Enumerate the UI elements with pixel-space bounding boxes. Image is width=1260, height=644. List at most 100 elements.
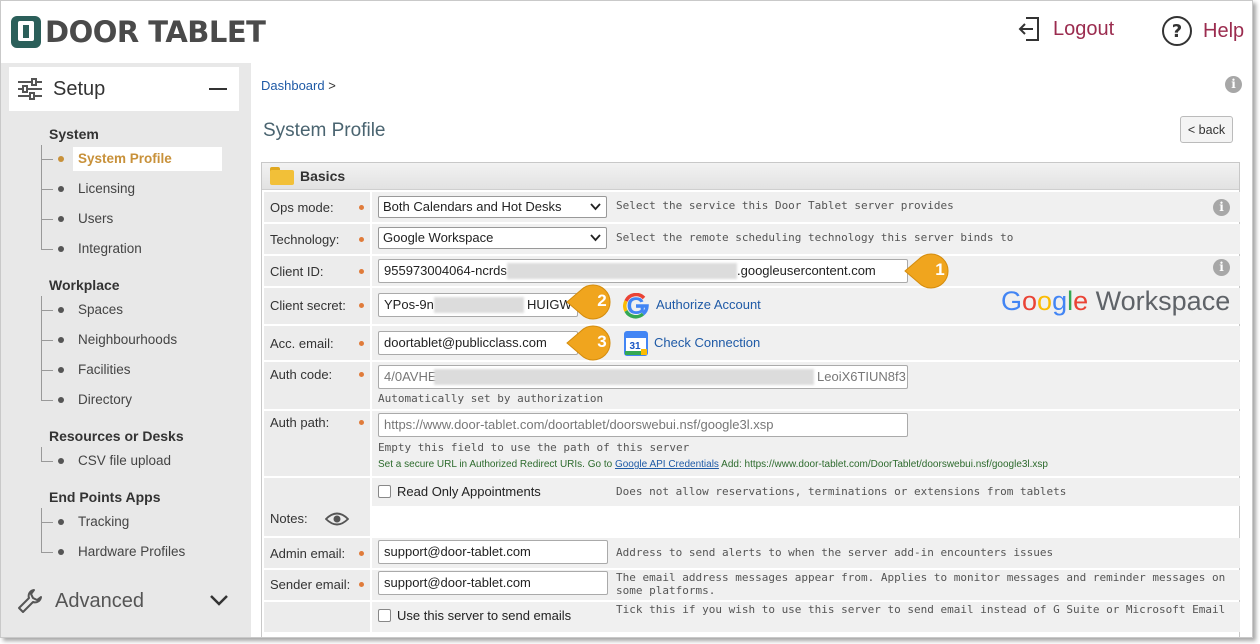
sidebar-item-facilities[interactable]: Facilities xyxy=(73,358,136,382)
chevron-down-icon xyxy=(590,234,601,242)
svg-text:?: ? xyxy=(1172,21,1182,42)
section-workplace: Workplace xyxy=(49,277,120,293)
back-button[interactable]: < back xyxy=(1180,116,1233,143)
required-dot xyxy=(359,205,364,210)
sidebar-item-csv-upload[interactable]: CSV file upload xyxy=(73,449,176,473)
acc-email-label: Acc. email: xyxy=(270,336,334,351)
top-header: DOOR TABLET Logout ? Help xyxy=(1,1,1252,63)
google-g-icon: G xyxy=(623,293,649,319)
auth-path-placeholder: https://www.door-tablet.com/doortablet/d… xyxy=(384,417,774,432)
tree-branch xyxy=(41,189,53,190)
bullet-dot xyxy=(58,186,64,192)
logout-button[interactable]: Logout xyxy=(1017,15,1114,43)
sender-email-input[interactable]: support@door-tablet.com xyxy=(378,571,608,595)
read-only-label: Read Only Appointments xyxy=(397,484,541,499)
client-id-suffix: .googleusercontent.com xyxy=(737,263,876,278)
row-auth-code: Auth code: 4/0AVHE LeoiX6TIUN8f3 Automat… xyxy=(262,362,1240,409)
send-emails-hint: Tick this if you wish to use this server… xyxy=(616,603,1226,616)
sidebar-item-hardware-profiles[interactable]: Hardware Profiles xyxy=(73,540,190,564)
sidebar-item-tracking[interactable]: Tracking xyxy=(73,510,134,534)
check-connection-link[interactable]: Check Connection xyxy=(654,335,760,350)
sidebar-item-directory[interactable]: Directory xyxy=(73,388,137,412)
client-id-prefix: 955973004064-ncrds xyxy=(384,263,507,278)
logout-label: Logout xyxy=(1053,17,1115,40)
bullet-dot xyxy=(58,549,64,555)
bullet-dot xyxy=(58,216,64,222)
google-workspace-logo: Google Workspace xyxy=(1001,286,1230,317)
sidebar: Setup System System Profile Licensing Us… xyxy=(1,63,251,637)
acc-email-value: doortablet@publicclass.com xyxy=(384,335,547,350)
page-title: System Profile xyxy=(263,120,386,141)
acc-email-input[interactable]: doortablet@publicclass.com xyxy=(378,331,578,355)
required-dot xyxy=(359,269,364,274)
tree-branch xyxy=(41,340,53,341)
callout-number: 1 xyxy=(935,260,945,279)
row-auth-path: Auth path: https://www.door-tablet.com/d… xyxy=(262,411,1240,476)
info-icon[interactable]: i xyxy=(1213,199,1230,216)
sender-email-label: Sender email: xyxy=(270,577,351,592)
sidebar-item-integration[interactable]: Integration xyxy=(73,237,147,261)
tree-line xyxy=(41,508,42,552)
auth-code-prefix: 4/0AVHE xyxy=(384,369,437,384)
admin-email-input[interactable]: support@door-tablet.com xyxy=(378,540,608,564)
tree-branch xyxy=(41,219,53,220)
send-emails-checkbox[interactable] xyxy=(378,609,391,622)
collapse-icon[interactable] xyxy=(209,88,227,90)
bullet-dot xyxy=(58,307,64,313)
client-id-input[interactable]: 955973004064-ncrds .googleusercontent.co… xyxy=(378,259,908,283)
auth-path-instructions: Set a secure URL in Authorized Redirect … xyxy=(378,459,1048,470)
door-tablet-icon xyxy=(11,16,41,48)
auth-code-input[interactable]: 4/0AVHE LeoiX6TIUN8f3 xyxy=(378,365,908,389)
auth-path-input[interactable]: https://www.door-tablet.com/doortablet/d… xyxy=(378,413,908,437)
app-window: DOOR TABLET Logout ? Help Setup System S… xyxy=(0,0,1253,638)
callout-2: 2 xyxy=(566,284,619,320)
sidebar-item-system-profile[interactable]: System Profile xyxy=(73,147,222,171)
redacted-blur xyxy=(434,369,814,385)
wrench-icon xyxy=(18,589,42,613)
instructions-suffix: Add: https://www.door-tablet.com/DoorTab… xyxy=(721,459,1048,470)
setup-header[interactable]: Setup xyxy=(9,67,239,111)
client-secret-label: Client secret: xyxy=(270,298,346,313)
info-icon[interactable]: i xyxy=(1225,76,1242,93)
bullet-dot xyxy=(58,246,64,252)
sidebar-item-spaces[interactable]: Spaces xyxy=(73,298,128,322)
client-secret-input[interactable]: YPos-9n HUIGW xyxy=(378,293,578,317)
required-dot xyxy=(359,551,364,556)
bullet-dot xyxy=(58,367,64,373)
logo-workspace-text: Workspace xyxy=(1095,286,1231,316)
panel-header[interactable]: Basics xyxy=(262,163,1239,190)
required-dot xyxy=(359,237,364,242)
sliders-icon xyxy=(18,78,42,100)
technology-hint: Select the remote scheduling technology … xyxy=(616,231,1014,244)
ops-mode-select[interactable]: Both Calendars and Hot Desks xyxy=(378,196,607,218)
auth-path-hint: Empty this field to use the path of this… xyxy=(378,441,690,454)
logo-letter: o xyxy=(1022,286,1038,316)
eye-icon[interactable] xyxy=(325,511,349,527)
google-api-credentials-link[interactable]: Google API Credentials xyxy=(615,459,719,470)
auth-code-suffix: LeoiX6TIUN8f3 xyxy=(817,369,906,384)
read-only-hint: Does not allow reservations, termination… xyxy=(616,485,1067,498)
info-icon[interactable]: i xyxy=(1213,259,1230,276)
logo-letter: G xyxy=(1001,286,1023,316)
sender-email-value: support@door-tablet.com xyxy=(384,575,531,590)
sidebar-item-users[interactable]: Users xyxy=(73,207,118,231)
authorize-account-link[interactable]: Authorize Account xyxy=(656,297,761,312)
technology-select[interactable]: Google Workspace xyxy=(378,227,607,249)
technology-value: Google Workspace xyxy=(383,230,494,245)
tree-branch xyxy=(41,400,53,401)
callout-3: 3 xyxy=(566,325,619,361)
tree-line xyxy=(41,296,42,400)
callout-number: 2 xyxy=(597,291,607,310)
help-button[interactable]: ? Help xyxy=(1161,15,1244,47)
sidebar-item-licensing[interactable]: Licensing xyxy=(73,177,140,201)
read-only-checkbox[interactable] xyxy=(378,485,391,498)
basics-panel: Basics Ops mode: Both Calendars and Hot … xyxy=(261,162,1240,637)
advanced-header[interactable]: Advanced xyxy=(17,583,239,619)
logo[interactable]: DOOR TABLET xyxy=(11,15,266,49)
row-send-emails: Use this server to send emails Tick this… xyxy=(262,602,1240,632)
sidebar-item-neighbourhoods[interactable]: Neighbourhoods xyxy=(73,328,182,352)
required-dot xyxy=(359,303,364,308)
chevron-down-icon[interactable] xyxy=(209,593,229,607)
breadcrumb-dashboard[interactable]: Dashboard xyxy=(261,78,325,93)
bullet-dot xyxy=(58,458,64,464)
